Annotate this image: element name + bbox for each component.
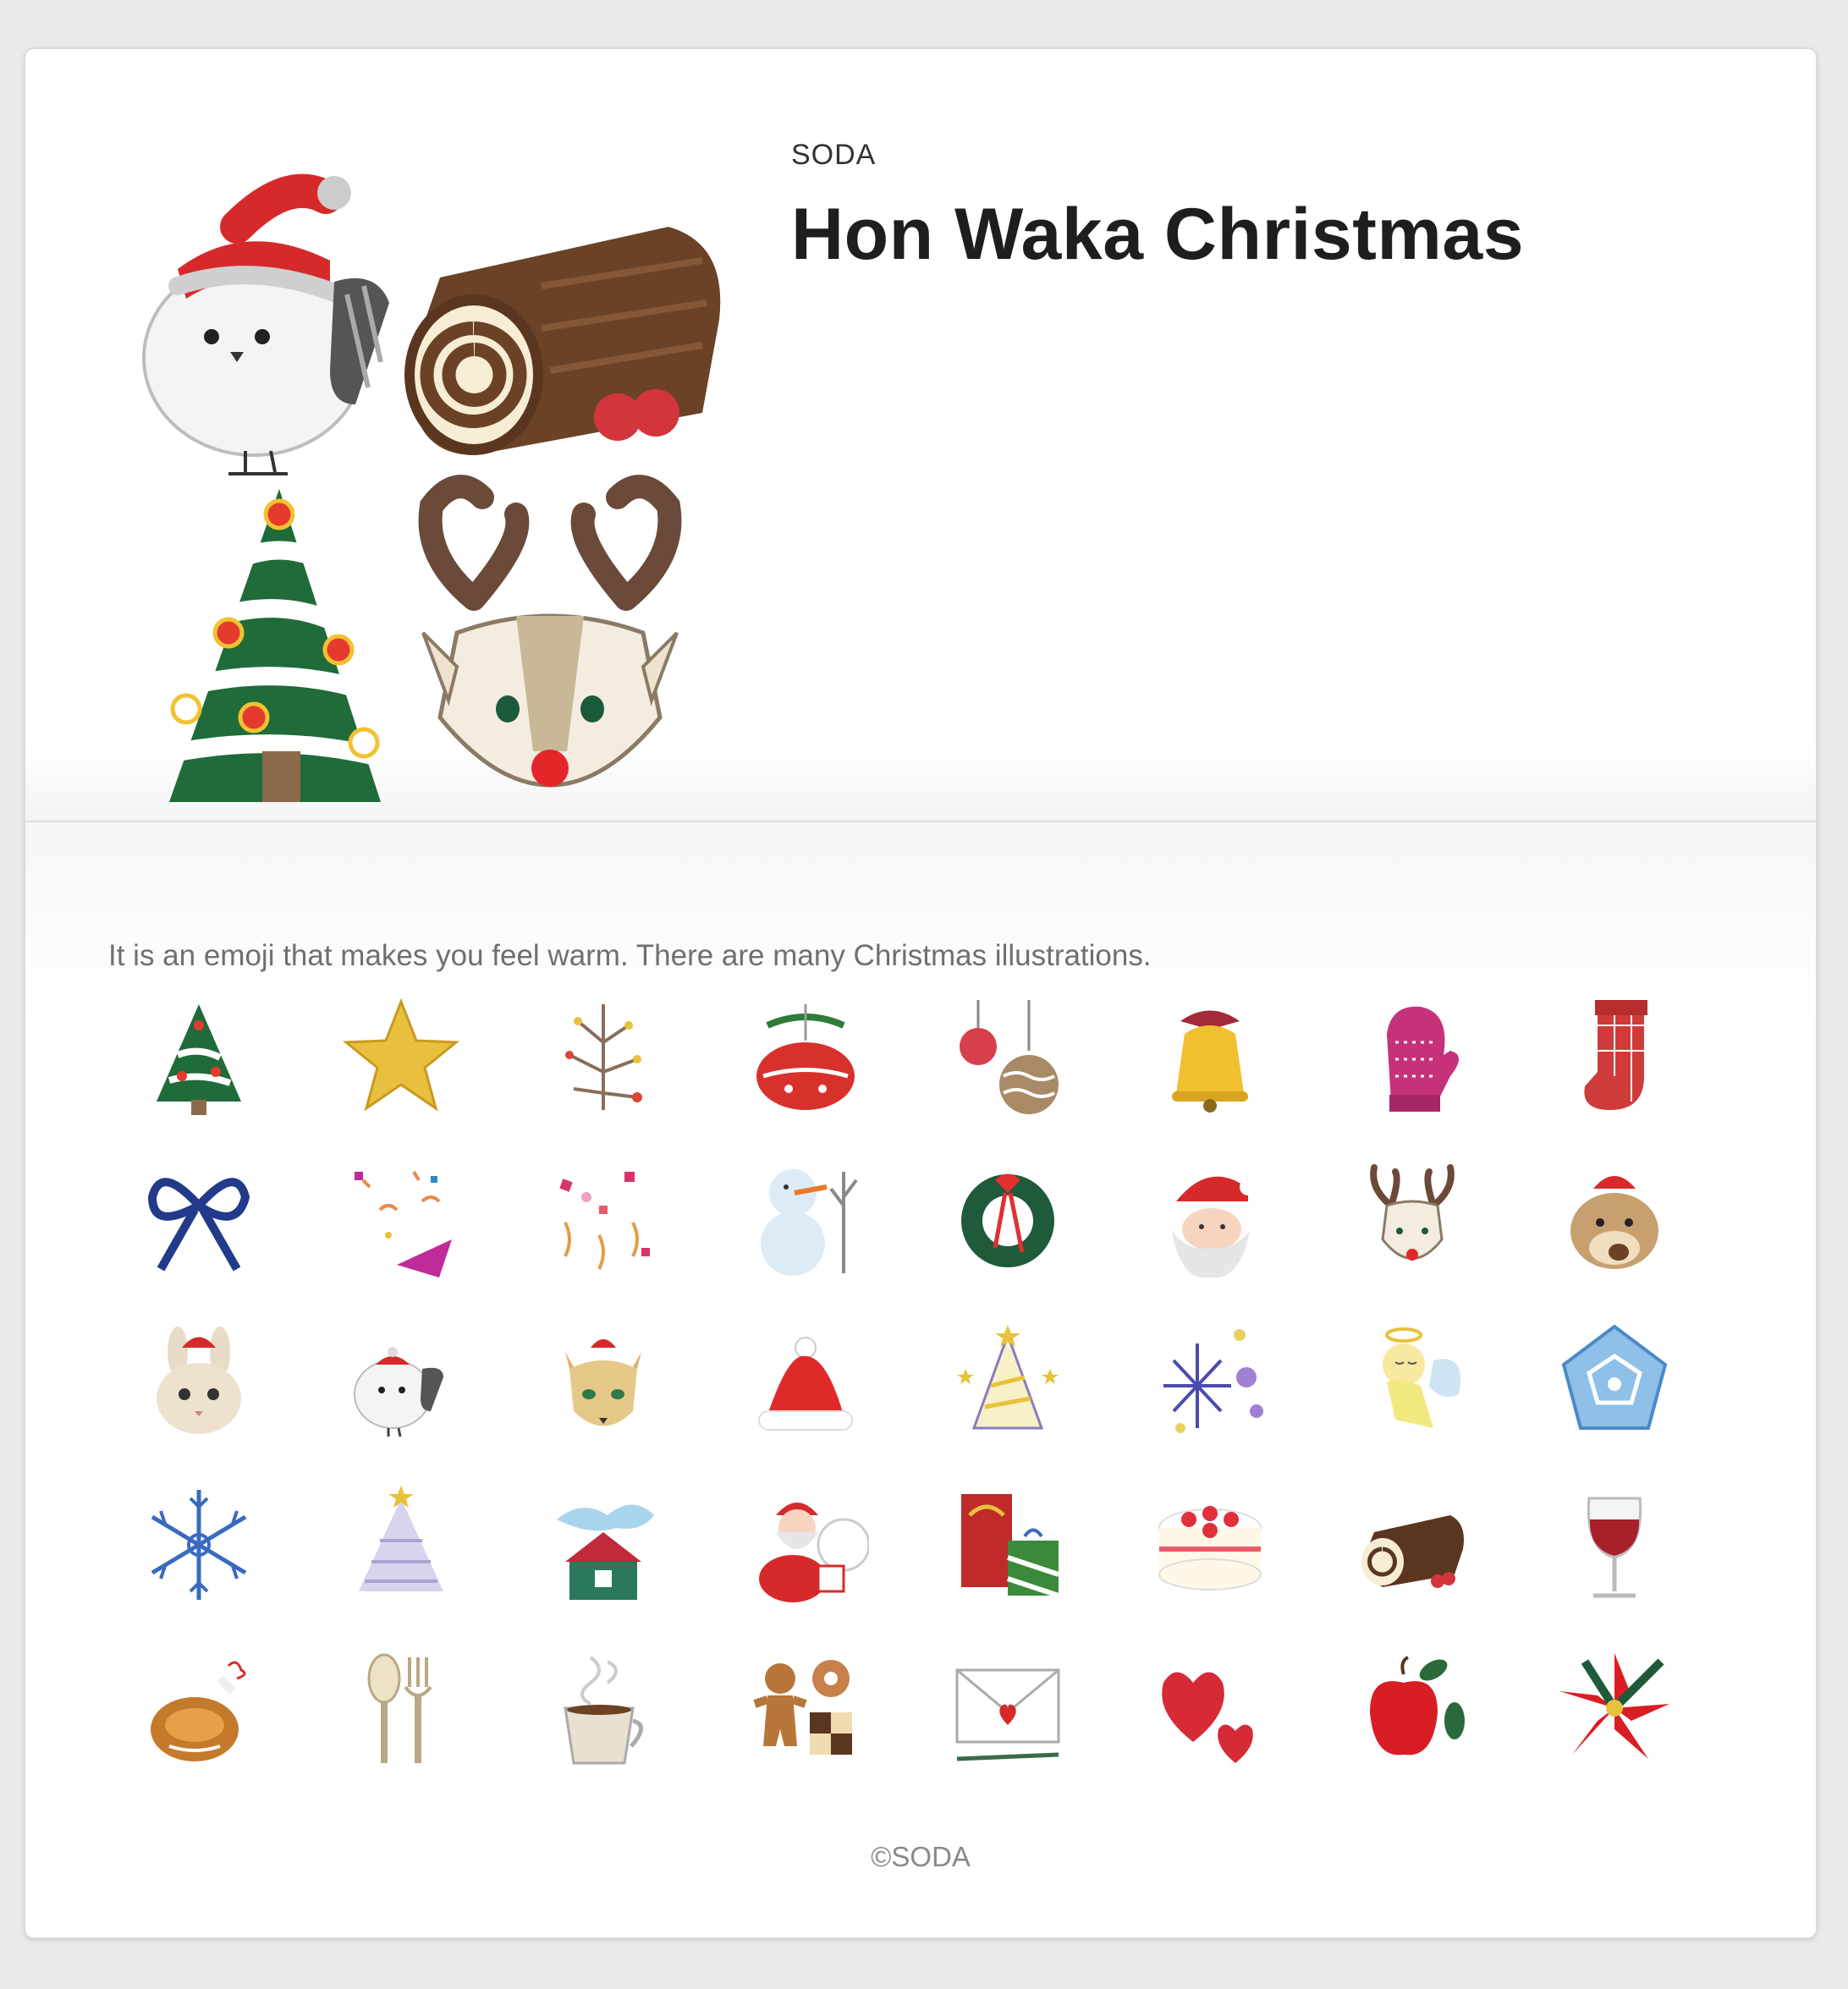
- reindeer-face-icon: [418, 475, 682, 788]
- emoji-item[interactable]: [135, 1155, 262, 1282]
- christmas-stocking-icon: [1584, 1000, 1647, 1110]
- berry-twig-icon: [565, 1004, 642, 1110]
- emoji-item[interactable]: [135, 1645, 262, 1772]
- emoji-item[interactable]: [1551, 1481, 1678, 1608]
- coffee-cup-icon: [564, 1656, 643, 1765]
- emoji-item[interactable]: [1147, 992, 1273, 1118]
- blue-ribbon-icon: [147, 1178, 250, 1272]
- hanging-ornaments-icon: [960, 1000, 1059, 1114]
- emoji-item[interactable]: [135, 1318, 262, 1445]
- yule-log-icon: [1361, 1515, 1464, 1588]
- red-apple-icon: [1370, 1656, 1465, 1755]
- love-letter-icon: [955, 1668, 1060, 1761]
- sticker-card: SODA Hon Waka Christmas It is an emoji t…: [24, 47, 1818, 1939]
- snowy-christmas-tree-icon: [169, 489, 382, 802]
- emoji-item[interactable]: [742, 1645, 869, 1772]
- spoon-fork-icon: [367, 1653, 432, 1763]
- yule-log-cake-icon: [404, 227, 721, 455]
- wine-glass-icon: [1587, 1497, 1642, 1598]
- emoji-item[interactable]: [944, 1155, 1071, 1282]
- emoji-item[interactable]: [1551, 1155, 1678, 1282]
- emoji-grid: [135, 992, 1678, 1772]
- emoji-item[interactable]: [1349, 992, 1476, 1118]
- snowy-house-icon: [557, 1504, 654, 1600]
- emoji-item[interactable]: [135, 1481, 262, 1608]
- gift-boxes-icon: [961, 1494, 1059, 1598]
- sticker-header: SODA Hon Waka Christmas: [25, 49, 1816, 822]
- emoji-item[interactable]: [1551, 1645, 1678, 1772]
- sticker-title: Hon Waka Christmas: [791, 194, 1525, 275]
- emoji-item[interactable]: [540, 1318, 667, 1445]
- emoji-item[interactable]: [944, 992, 1071, 1118]
- emoji-item[interactable]: [1349, 1645, 1476, 1772]
- santa-hat-icon: [758, 1337, 853, 1431]
- emoji-item[interactable]: [338, 1318, 465, 1445]
- emoji-item[interactable]: [944, 1645, 1071, 1772]
- christmas-tree-icon: [157, 1004, 241, 1115]
- emoji-item[interactable]: [944, 1481, 1071, 1608]
- roast-chicken-icon: [151, 1661, 246, 1761]
- author-name[interactable]: SODA: [791, 139, 876, 172]
- copyright-text: ©SODA: [871, 1841, 971, 1872]
- snowflake-icon: [151, 1490, 247, 1600]
- emoji-item[interactable]: [540, 1481, 667, 1608]
- chipmunk-santa-hat-icon: [1570, 1165, 1658, 1269]
- emoji-item[interactable]: [1349, 1481, 1476, 1608]
- party-popper-icon: [355, 1170, 452, 1277]
- emoji-item[interactable]: [1349, 1318, 1476, 1445]
- golden-bell-icon: [1172, 1010, 1248, 1113]
- emoji-item[interactable]: [742, 1318, 869, 1445]
- emoji-item[interactable]: [1147, 1481, 1273, 1608]
- fox-santa-hat-icon: [565, 1339, 641, 1426]
- main-sticker-art: [142, 173, 721, 802]
- emoji-item[interactable]: [338, 992, 465, 1118]
- santa-face-icon: [1172, 1176, 1257, 1278]
- emoji-item[interactable]: [540, 992, 667, 1118]
- reindeer-icon: [1370, 1164, 1455, 1261]
- gingerbread-cookies-icon: [753, 1660, 852, 1755]
- hearts-icon: [1162, 1672, 1253, 1763]
- emoji-item[interactable]: [1147, 1155, 1273, 1282]
- knit-mitten-icon: [1387, 1006, 1459, 1112]
- ice-crystal-icon: [1561, 1324, 1668, 1430]
- santa-with-sack-icon: [759, 1503, 869, 1602]
- wreath-icon: [961, 1173, 1054, 1267]
- strawberry-cake-icon: [1158, 1506, 1262, 1591]
- angel-icon: [1383, 1327, 1460, 1428]
- gold-star-icon: [342, 997, 460, 1112]
- emoji-item[interactable]: [540, 1155, 667, 1282]
- emoji-item[interactable]: [742, 1155, 869, 1282]
- emoji-item[interactable]: [1147, 1318, 1273, 1445]
- sticker-description: It is an emoji that makes you feel warm.…: [108, 939, 1152, 972]
- sparkle-dots-icon: [1163, 1329, 1263, 1433]
- emoji-item[interactable]: [1147, 1645, 1273, 1772]
- snow-bird-santa-hat-icon: [142, 173, 389, 475]
- emoji-item[interactable]: [338, 1481, 465, 1608]
- emoji-item[interactable]: [944, 1318, 1071, 1445]
- emoji-item[interactable]: [1551, 992, 1678, 1118]
- emoji-item[interactable]: [338, 1645, 465, 1772]
- snow-bird-icon: [354, 1347, 443, 1437]
- poinsettia-icon: [1559, 1653, 1669, 1759]
- bunny-santa-hat-icon: [157, 1327, 241, 1434]
- snowman-icon: [761, 1169, 858, 1276]
- frosted-tree-icon: [359, 1486, 443, 1591]
- emoji-item[interactable]: [338, 1155, 465, 1282]
- party-hat-stars-icon: [957, 1325, 1059, 1430]
- emoji-item[interactable]: [1551, 1318, 1678, 1445]
- emoji-item[interactable]: [1349, 1155, 1476, 1282]
- red-ornament-bow-icon: [756, 1004, 855, 1110]
- emoji-item[interactable]: [540, 1645, 667, 1772]
- emoji-item[interactable]: [135, 992, 262, 1118]
- emoji-item[interactable]: [742, 1481, 869, 1608]
- confetti-icon: [559, 1172, 650, 1270]
- emoji-item[interactable]: [742, 992, 869, 1118]
